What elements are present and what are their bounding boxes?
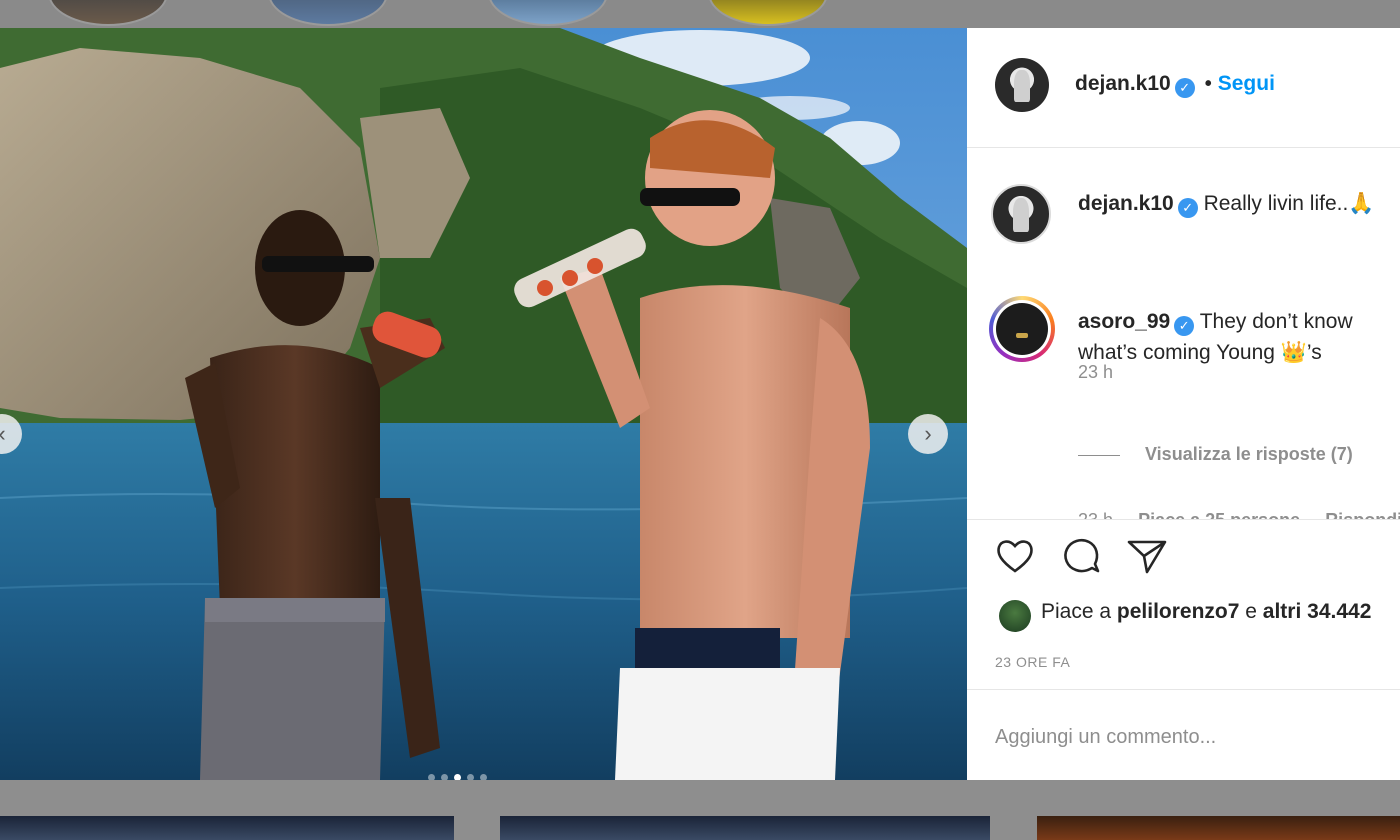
- caption: dejan.k10 ✓ Really livin life..🙏: [1078, 188, 1374, 219]
- likes-prefix: Piace a: [1041, 600, 1112, 623]
- more-posts-strip: [0, 780, 1400, 840]
- story-thumbnail[interactable]: [48, 0, 168, 26]
- view-replies-button[interactable]: Visualizza le risposte (7): [1145, 444, 1353, 465]
- caption-username[interactable]: dejan.k10: [1078, 192, 1174, 215]
- replies-divider: [1078, 455, 1120, 456]
- chevron-right-icon: ›: [924, 421, 932, 446]
- comment-item: asoro_99 ✓ They don’t know what’s coming …: [1078, 306, 1353, 368]
- verified-badge-icon: ✓: [1174, 316, 1195, 336]
- post-side-panel: dejan.k10 ✓ • Segui dejan.k10 ✓ Really livin…: [967, 28, 1400, 780]
- separator-dot: •: [1204, 73, 1212, 95]
- likes-summary[interactable]: Piace a pelilorenzo7 e altri 34.442: [1041, 600, 1371, 624]
- post-thumbnail[interactable]: [1037, 816, 1400, 840]
- likes-others[interactable]: altri 34.442: [1263, 600, 1372, 623]
- comment-username[interactable]: asoro_99: [1078, 310, 1170, 333]
- author-username[interactable]: dejan.k10: [1075, 72, 1171, 95]
- follow-button[interactable]: Segui: [1218, 72, 1275, 95]
- comment-meta: 23 h Piace a 25 persone Rispondi: [1078, 510, 1400, 520]
- story-thumbnail[interactable]: [708, 0, 828, 26]
- caption-avatar[interactable]: [991, 184, 1051, 244]
- verified-badge-icon: ✓: [1177, 198, 1198, 218]
- post-header: dejan.k10 ✓ • Segui: [967, 28, 1400, 148]
- likes-middle: e: [1245, 600, 1257, 623]
- chevron-left-icon: ‹: [0, 421, 6, 447]
- stories-strip: [0, 0, 1400, 28]
- post-thumbnail[interactable]: [500, 816, 990, 840]
- heart-icon[interactable]: [993, 534, 1037, 578]
- comment-text-line2: what’s coming Young 👑’s: [1078, 341, 1322, 364]
- commenter-avatar[interactable]: [989, 296, 1055, 362]
- add-comment-input[interactable]: Aggiungi un commento...: [995, 726, 1216, 749]
- author-avatar[interactable]: [995, 58, 1049, 112]
- reply-button[interactable]: Rispondi: [1325, 510, 1400, 519]
- post-time: 23 ORE FA: [995, 654, 1071, 670]
- post-thumbnail[interactable]: [0, 816, 454, 840]
- post-photo-image: [0, 28, 967, 780]
- story-thumbnail[interactable]: [488, 0, 608, 26]
- comment-time: 23 h: [1078, 510, 1114, 520]
- comment-text-line1: They don’t know: [1199, 310, 1353, 333]
- comment-bubble-icon[interactable]: [1059, 534, 1103, 578]
- paper-plane-icon[interactable]: [1125, 534, 1169, 578]
- comment-likes[interactable]: Piace a 25 persone: [1138, 510, 1300, 519]
- next-slide-button[interactable]: ›: [908, 414, 948, 454]
- likes-user[interactable]: pelilorenzo7: [1117, 600, 1240, 623]
- caption-text: Really livin life..🙏: [1203, 192, 1375, 215]
- verified-badge-icon: ✓: [1174, 78, 1195, 98]
- post-photo: ‹ ›: [0, 28, 967, 780]
- story-thumbnail[interactable]: [268, 0, 388, 26]
- liker-avatar[interactable]: [999, 600, 1031, 632]
- post-actions: Piace a pelilorenzo7 e altri 34.442 23 O…: [967, 520, 1400, 690]
- author-line: dejan.k10 ✓ • Segui: [1075, 72, 1275, 98]
